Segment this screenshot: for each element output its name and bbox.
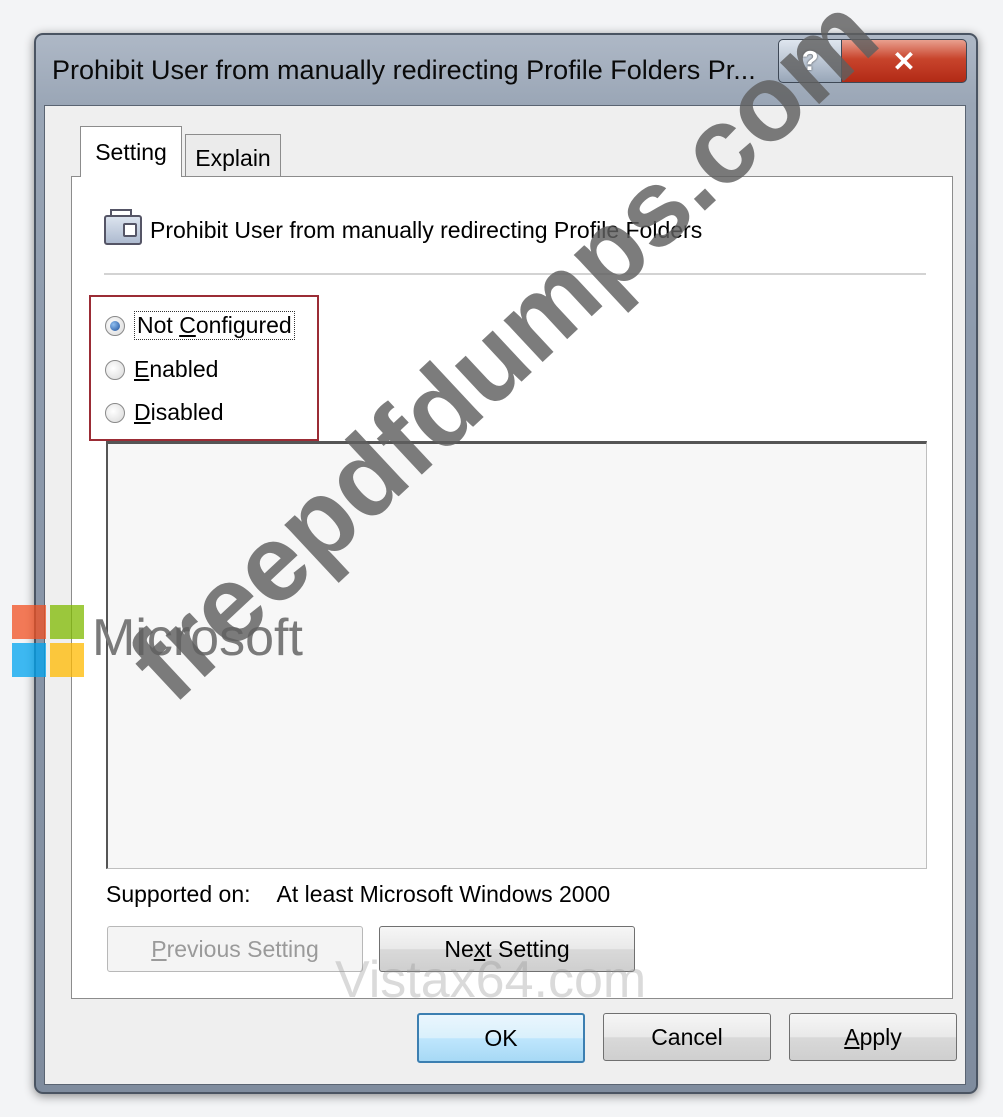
ok-button[interactable]: OK [417, 1013, 585, 1063]
radio-enabled[interactable]: Enabled [105, 356, 218, 383]
faint-watermark: Vistax64.com [335, 951, 647, 1009]
previous-setting-button[interactable]: Previous Setting [107, 926, 363, 972]
cancel-button[interactable]: Cancel [603, 1013, 771, 1061]
radio-disabled[interactable]: Disabled [105, 399, 224, 426]
radio-unselected-icon[interactable] [105, 359, 125, 380]
microsoft-logo-icon [12, 605, 84, 677]
supported-on: Supported on: At least Microsoft Windows … [106, 881, 610, 908]
configuration-radio-group: Not Configured Enabled Disabled [89, 295, 319, 441]
radio-label-disabled: Disabled [134, 399, 224, 425]
supported-on-value: At least Microsoft Windows 2000 [276, 881, 611, 907]
window-title: Prohibit User from manually redirecting … [52, 55, 756, 85]
policy-setting-icon [104, 209, 142, 245]
tab-explain[interactable]: Explain [185, 134, 281, 181]
apply-button[interactable]: Apply [789, 1013, 957, 1061]
radio-selected-icon[interactable] [105, 315, 125, 336]
radio-unselected-icon[interactable] [105, 402, 125, 423]
tab-setting[interactable]: Setting [80, 126, 182, 177]
policy-dialog-window: Prohibit User from manually redirecting … [34, 33, 978, 1094]
radio-label-enabled: Enabled [134, 356, 219, 382]
radio-label-not-configured: Not Configured [134, 311, 295, 340]
radio-not-configured[interactable]: Not Configured [105, 311, 295, 340]
supported-on-label: Supported on: [106, 881, 251, 907]
